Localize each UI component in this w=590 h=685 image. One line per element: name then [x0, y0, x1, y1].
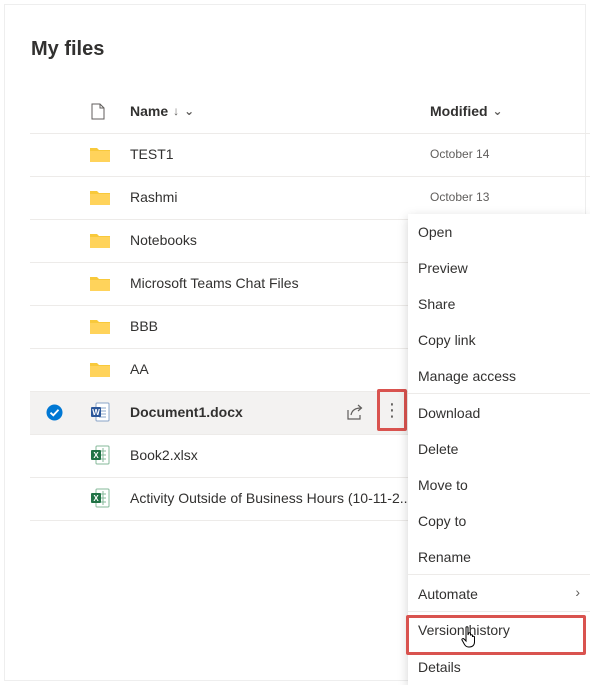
column-modified-label: Modified: [430, 103, 488, 119]
folder-icon: [90, 275, 110, 296]
chevron-down-icon: ⌄: [492, 104, 503, 118]
chevron-down-icon: ⌄: [184, 104, 195, 118]
menu-item-open[interactable]: Open: [418, 224, 452, 240]
menu-item-share[interactable]: Share: [418, 296, 455, 312]
excel-file-icon: X: [90, 488, 110, 513]
file-name[interactable]: Document1.docx: [130, 404, 243, 420]
menu-item-automate[interactable]: Automate: [418, 586, 478, 602]
menu-divider: [408, 574, 590, 575]
svg-text:X: X: [93, 451, 99, 460]
file-name[interactable]: AA: [130, 361, 149, 377]
more-actions-icon[interactable]: ⋮: [377, 389, 407, 431]
file-name[interactable]: Notebooks: [130, 232, 197, 248]
chevron-right-icon: ›: [575, 584, 580, 600]
menu-item-preview[interactable]: Preview: [418, 260, 468, 276]
column-header-modified[interactable]: Modified ⌄: [430, 103, 503, 119]
folder-icon: [90, 146, 110, 167]
column-header-name[interactable]: Name ↓ ⌄: [130, 103, 194, 119]
list-header: Name ↓ ⌄ Modified ⌄: [30, 91, 590, 134]
svg-text:W: W: [92, 408, 100, 417]
menu-item-copy-to[interactable]: Copy to: [418, 513, 466, 529]
menu-item-rename[interactable]: Rename: [418, 549, 471, 565]
file-name[interactable]: Activity Outside of Business Hours (10-1…: [130, 490, 411, 506]
folder-icon: [90, 232, 110, 253]
file-name[interactable]: Book2.xlsx: [130, 447, 198, 463]
hand-cursor-icon: [461, 626, 477, 653]
folder-icon: [90, 361, 110, 382]
menu-item-copy-link[interactable]: Copy link: [418, 332, 476, 348]
table-row[interactable]: TEST1 October 14: [30, 134, 590, 177]
page-title: My files: [31, 38, 105, 60]
share-icon[interactable]: [346, 404, 364, 425]
checkmark-icon[interactable]: [46, 404, 63, 421]
modified-date: October 13: [430, 190, 490, 204]
menu-item-move-to[interactable]: Move to: [418, 477, 468, 493]
menu-item-details[interactable]: Details: [418, 659, 461, 675]
file-type-icon[interactable]: [91, 103, 105, 125]
excel-file-icon: X: [90, 445, 110, 470]
file-name[interactable]: TEST1: [130, 146, 174, 162]
word-file-icon: W: [90, 402, 110, 427]
file-name[interactable]: Microsoft Teams Chat Files: [130, 275, 299, 291]
menu-item-manage-access[interactable]: Manage access: [418, 368, 516, 384]
file-name[interactable]: BBB: [130, 318, 158, 334]
folder-icon: [90, 318, 110, 339]
svg-text:X: X: [93, 494, 99, 503]
menu-divider: [408, 611, 590, 612]
folder-icon: [90, 189, 110, 210]
menu-item-download[interactable]: Download: [418, 405, 480, 421]
sort-down-arrow-icon: ↓: [173, 104, 180, 118]
version-history-highlight: [406, 615, 586, 655]
menu-divider: [408, 393, 590, 394]
menu-item-delete[interactable]: Delete: [418, 441, 458, 457]
modified-date: October 14: [430, 147, 490, 161]
column-name-label: Name: [130, 103, 169, 119]
file-name[interactable]: Rashmi: [130, 189, 177, 205]
